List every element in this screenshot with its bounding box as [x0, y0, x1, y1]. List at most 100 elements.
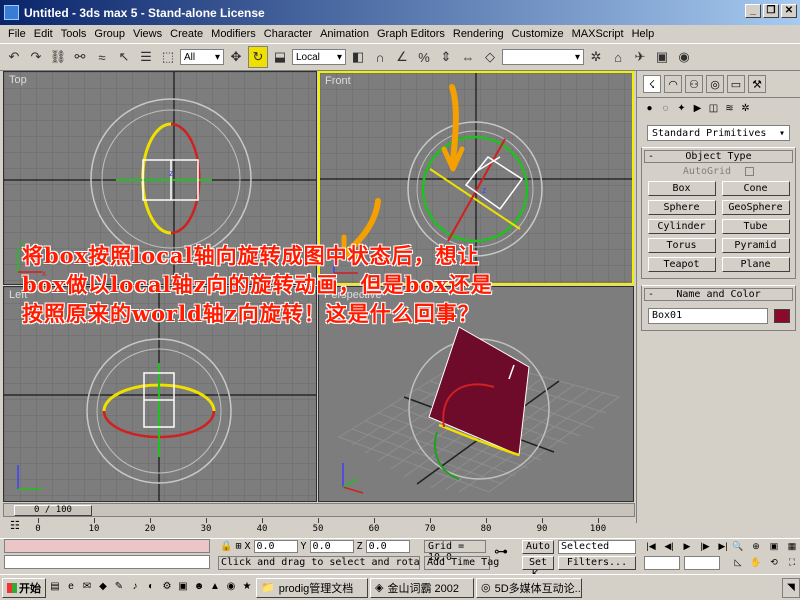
select-by-name-icon[interactable]: ☰ — [136, 46, 156, 68]
menu-animation[interactable]: Animation — [316, 28, 373, 40]
render-scene-icon[interactable]: ▣ — [652, 46, 672, 68]
viewport-top[interactable]: Top z y x — [3, 71, 317, 285]
maximize-button[interactable]: ❐ — [763, 4, 779, 18]
snap-icon[interactable]: ∩ — [370, 46, 390, 68]
create-tab-icon[interactable]: ☇ — [643, 75, 661, 93]
play-icon[interactable]: ▶ — [679, 539, 695, 553]
current-frame-field[interactable] — [644, 556, 680, 570]
modify-tab-icon[interactable]: ◠ — [664, 75, 682, 93]
system-tray[interactable]: ◥ — [782, 577, 800, 598]
menu-views[interactable]: Views — [129, 28, 166, 40]
quick-launch-app4-icon[interactable]: ◐ — [144, 581, 158, 595]
menu-file[interactable]: File — [4, 28, 30, 40]
display-tab-icon[interactable]: ▭ — [727, 75, 745, 93]
start-button[interactable]: 开始 — [2, 577, 46, 598]
track-bar-icon[interactable]: ☷ — [10, 519, 20, 532]
quick-launch-browser-icon[interactable]: e — [64, 581, 78, 595]
percent-snap-icon[interactable]: % — [414, 46, 434, 68]
spinner-snap-icon[interactable]: ⇕ — [436, 46, 456, 68]
menu-customize[interactable]: Customize — [508, 28, 568, 40]
arc-rotate-icon[interactable]: ⟲ — [766, 555, 782, 569]
mirror-icon[interactable]: ⇔ — [458, 46, 478, 68]
set-key-button[interactable]: Set K. — [522, 556, 554, 580]
geometry-icon[interactable]: ● — [643, 102, 656, 115]
object-type-header[interactable]: - Object Type — [644, 150, 793, 163]
pivot-center-icon[interactable]: ◧ — [348, 46, 368, 68]
select-object-icon[interactable]: ↖ — [114, 46, 134, 68]
cameras-icon[interactable]: ▶ — [691, 102, 704, 115]
object-name-field[interactable]: Box01 — [648, 308, 768, 324]
region-select-icon[interactable]: ⬚ — [158, 46, 178, 68]
reference-coord-dropdown[interactable]: Local ▾ — [292, 49, 346, 65]
task-kingsoft[interactable]: ◈ 金山词霸 2002 — [370, 577, 474, 598]
systems-icon[interactable]: ✲ — [739, 102, 752, 115]
angle-snap-icon[interactable]: ∠ — [392, 46, 412, 68]
menu-rendering[interactable]: Rendering — [449, 28, 508, 40]
maxscript-listener-bottom[interactable] — [4, 555, 210, 569]
lock-icon[interactable]: 🔒 — [220, 541, 232, 552]
menu-edit[interactable]: Edit — [30, 28, 57, 40]
track-bar[interactable]: ☷ 0 10 20 30 40 50 60 70 80 90 100 — [0, 518, 635, 538]
spacewarps-icon[interactable]: ≋ — [723, 102, 736, 115]
menu-create[interactable]: Create — [166, 28, 207, 40]
key-icon[interactable]: ⊶ — [494, 543, 508, 560]
teapot-button[interactable]: Teapot — [647, 257, 716, 272]
helpers-icon[interactable]: ◫ — [707, 102, 720, 115]
menu-maxscript[interactable]: MAXScript — [568, 28, 628, 40]
align-icon[interactable]: ◇ — [480, 46, 500, 68]
next-frame-icon[interactable]: |▶ — [697, 539, 713, 553]
key-filters-button[interactable]: Filters... — [558, 556, 636, 570]
quick-launch-app10-icon[interactable]: ★ — [240, 581, 254, 595]
select-and-scale-icon[interactable]: ⬓ — [270, 46, 290, 68]
hierarchy-tab-icon[interactable]: ⚇ — [685, 75, 703, 93]
zoom-all-icon[interactable]: ⊕ — [748, 539, 764, 553]
tube-button[interactable]: Tube — [721, 219, 790, 234]
go-to-end-icon[interactable]: ▶| — [715, 539, 731, 553]
quick-launch-app8-icon[interactable]: ▲ — [208, 581, 222, 595]
redo-icon[interactable]: ↷ — [26, 46, 46, 68]
cone-button[interactable]: Cone — [721, 181, 790, 196]
menu-group[interactable]: Group — [90, 28, 129, 40]
selection-filter-dropdown[interactable]: All ▾ — [180, 49, 224, 65]
cylinder-button[interactable]: Cylinder — [647, 219, 716, 234]
absolute-mode-icon[interactable]: ⊞ — [235, 541, 241, 552]
x-coord-field[interactable]: 0.0 — [253, 540, 298, 553]
menu-modifiers[interactable]: Modifiers — [207, 28, 260, 40]
quick-launch-app3-icon[interactable]: ♪ — [128, 581, 142, 595]
zoom-extents-icon[interactable]: ▣ — [766, 539, 782, 553]
quick-render-icon[interactable]: ◉ — [674, 46, 694, 68]
name-color-header[interactable]: - Name and Color — [644, 288, 793, 301]
plane-button[interactable]: Plane — [721, 257, 790, 272]
primitive-type-dropdown[interactable]: Standard Primitives ▾ — [647, 125, 790, 141]
quick-launch-app6-icon[interactable]: ▣ — [176, 581, 190, 595]
quick-launch-app5-icon[interactable]: ⚙ — [160, 581, 174, 595]
previous-frame-icon[interactable]: ◀| — [661, 539, 677, 553]
lights-icon[interactable]: ✦ — [675, 102, 688, 115]
sphere-button[interactable]: Sphere — [647, 200, 716, 215]
task-prodig[interactable]: 📁 prodig管理文档 — [256, 577, 368, 598]
select-and-move-icon[interactable]: ✥ — [226, 46, 246, 68]
task-5d-forum[interactable]: ◎ 5D多媒体互动论... — [476, 577, 582, 598]
quick-launch-desktop-icon[interactable]: ▤ — [48, 581, 62, 595]
named-selection-dropdown[interactable]: ▾ — [502, 49, 584, 65]
quick-launch-mail-icon[interactable]: ✉ — [80, 581, 94, 595]
y-coord-field[interactable]: 0.0 — [309, 540, 354, 553]
time-slider[interactable]: 0 / 100 — [3, 503, 635, 517]
add-time-tag-button[interactable]: Add Time Tag — [424, 556, 499, 570]
pyramid-button[interactable]: Pyramid — [721, 238, 790, 253]
motion-tab-icon[interactable]: ◎ — [706, 75, 724, 93]
auto-key-button[interactable]: Auto — [522, 540, 554, 554]
maxscript-listener-top[interactable] — [4, 539, 210, 553]
shapes-icon[interactable]: ◌ — [659, 102, 672, 115]
minimize-button[interactable]: _ — [745, 4, 761, 18]
material-editor-icon[interactable]: ✈ — [630, 46, 650, 68]
autogrid-checkbox[interactable] — [745, 166, 755, 176]
quick-launch-app7-icon[interactable]: ☻ — [192, 581, 206, 595]
object-color-swatch[interactable] — [774, 309, 790, 323]
unlink-icon[interactable]: ⚯ — [70, 46, 90, 68]
zoom-extents-all-icon[interactable]: ▦ — [784, 539, 800, 553]
viewport-front[interactable]: Front z — [318, 71, 634, 285]
viewport-perspective[interactable]: Perspective — [318, 286, 634, 502]
go-to-start-icon[interactable]: |◀ — [643, 539, 659, 553]
close-button[interactable]: ✕ — [781, 4, 797, 18]
